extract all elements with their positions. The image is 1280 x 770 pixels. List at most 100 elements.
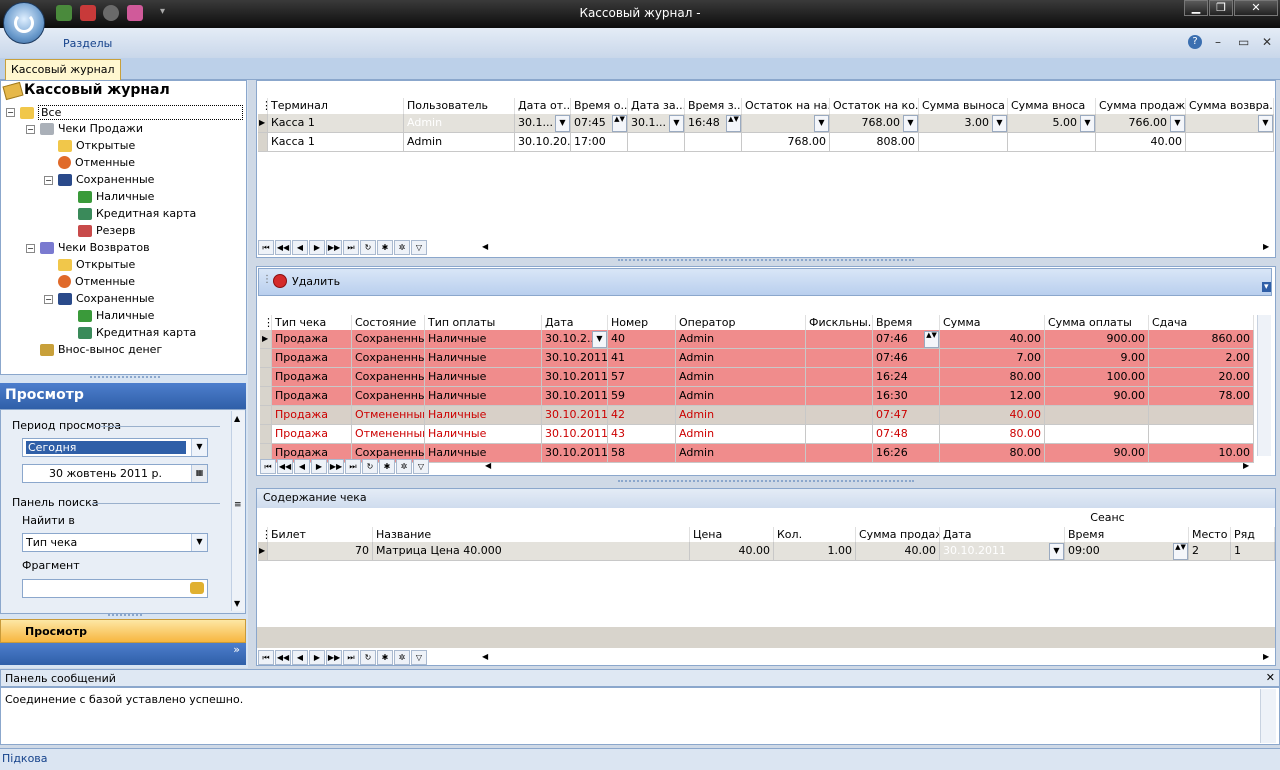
- table-cell[interactable]: 12.00: [940, 387, 1045, 406]
- table-cell[interactable]: 41: [608, 349, 676, 368]
- last-icon[interactable]: ⏭: [343, 240, 359, 255]
- table-cell[interactable]: 7.00: [940, 349, 1045, 368]
- column-header[interactable]: Номер: [608, 315, 676, 331]
- nav-bar[interactable]: »: [0, 643, 246, 665]
- tree-node[interactable]: Открытые: [58, 258, 135, 271]
- tree-node[interactable]: Отменные: [58, 275, 135, 288]
- table-cell[interactable]: 80.00: [940, 368, 1045, 387]
- table-cell[interactable]: 17:00: [571, 133, 628, 152]
- table-cell[interactable]: Сохраненный: [352, 368, 425, 387]
- chevron-down-icon[interactable]: ▼: [1170, 115, 1185, 132]
- table-cell[interactable]: 16:26: [873, 444, 940, 463]
- view-button[interactable]: Просмотр: [0, 619, 246, 643]
- chevron-down-icon[interactable]: ▼: [555, 115, 570, 132]
- table-cell[interactable]: 43: [608, 425, 676, 444]
- column-header[interactable]: Сумма: [940, 315, 1045, 331]
- chevron-down-icon[interactable]: ▼: [1080, 115, 1095, 132]
- table-cell[interactable]: [806, 425, 873, 444]
- table-cell[interactable]: 07:46: [873, 349, 940, 368]
- scroll-left-icon[interactable]: ◀: [482, 242, 488, 251]
- close-button[interactable]: ✕: [1234, 0, 1278, 16]
- table-cell[interactable]: 90.00: [1045, 387, 1149, 406]
- column-header[interactable]: Время о...: [571, 98, 628, 114]
- table-cell[interactable]: Admin: [404, 133, 515, 152]
- splitter[interactable]: [90, 376, 160, 380]
- table-cell[interactable]: Admin: [676, 444, 806, 463]
- table-cell[interactable]: [806, 368, 873, 387]
- splitter[interactable]: [108, 614, 142, 618]
- row-indicator[interactable]: [260, 349, 272, 368]
- table-cell[interactable]: 40.00: [940, 406, 1045, 425]
- table-cell[interactable]: 30.10.2011: [542, 368, 608, 387]
- tree-node[interactable]: Внос-вынос денег: [40, 343, 162, 356]
- spin-icon[interactable]: ▲▼: [1173, 543, 1188, 560]
- column-header[interactable]: Тип чека: [272, 315, 352, 331]
- scroll-grip-icon[interactable]: ≡: [234, 500, 242, 510]
- column-header[interactable]: Тип оплаты: [425, 315, 542, 331]
- table-cell[interactable]: 09:00: [1065, 542, 1189, 561]
- table-cell[interactable]: 30.10.2011: [542, 349, 608, 368]
- tree-node[interactable]: Чеки Продажи: [40, 122, 143, 135]
- column-header[interactable]: Терминал: [268, 98, 404, 114]
- tree-node[interactable]: Все: [20, 105, 243, 120]
- table-cell[interactable]: [1045, 425, 1149, 444]
- table-cell[interactable]: Продажа: [272, 406, 352, 425]
- table-cell[interactable]: 42: [608, 406, 676, 425]
- table-cell[interactable]: 80.00: [940, 425, 1045, 444]
- table-cell[interactable]: 30.10.2011: [940, 542, 1065, 561]
- table-cell[interactable]: 2: [1189, 542, 1231, 561]
- table-cell[interactable]: 10.00: [1149, 444, 1254, 463]
- next-page-icon[interactable]: ▶▶: [326, 240, 342, 255]
- mdi-close-icon[interactable]: ✕: [1262, 35, 1272, 49]
- column-header[interactable]: Место: [1189, 527, 1231, 543]
- chevron-down-icon[interactable]: ▼: [1258, 115, 1273, 132]
- chevron-down-icon[interactable]: ▼: [814, 115, 829, 132]
- table-cell[interactable]: [806, 387, 873, 406]
- tree-node[interactable]: Наличные: [78, 190, 154, 203]
- scrollbar[interactable]: [1257, 315, 1271, 456]
- delete-icon[interactable]: [273, 274, 287, 288]
- table-cell[interactable]: 768.00: [742, 133, 830, 152]
- table-cell[interactable]: Продажа: [272, 349, 352, 368]
- row-indicator[interactable]: ▶: [258, 114, 268, 133]
- scroll-left-icon[interactable]: ◀: [485, 461, 491, 470]
- table-cell[interactable]: Наличные: [425, 368, 542, 387]
- table-cell[interactable]: Admin: [676, 425, 806, 444]
- prev-page-icon[interactable]: ◀◀: [275, 650, 291, 665]
- table-cell[interactable]: Касса 1: [268, 133, 404, 152]
- chevron-down-icon[interactable]: ▼: [1049, 543, 1064, 560]
- table-cell[interactable]: Admin: [676, 406, 806, 425]
- date-field[interactable]: 30 жовтень 2011 р. ▦: [22, 464, 208, 483]
- restore-button[interactable]: ❐: [1209, 0, 1233, 16]
- spin-icon[interactable]: ▲▼: [924, 331, 939, 348]
- table-cell[interactable]: Наличные: [425, 444, 542, 463]
- table-cell[interactable]: 90.00: [1045, 444, 1149, 463]
- table-cell[interactable]: 40.00: [856, 542, 940, 561]
- column-header[interactable]: Остаток на ко...: [830, 98, 919, 114]
- tree-node[interactable]: Резерв: [78, 224, 135, 237]
- last-icon[interactable]: ⏭: [343, 650, 359, 665]
- expand-icon[interactable]: −: [26, 125, 35, 134]
- first-icon[interactable]: ⏮: [258, 650, 274, 665]
- table-cell[interactable]: Наличные: [425, 425, 542, 444]
- tree-node[interactable]: Чеки Возвратов: [40, 241, 150, 254]
- table-cell[interactable]: 1.00: [774, 542, 856, 561]
- table-cell[interactable]: Отмененный: [352, 406, 425, 425]
- edit-icon[interactable]: ✲: [394, 240, 410, 255]
- column-header[interactable]: Время: [873, 315, 940, 331]
- table-cell[interactable]: 2.00: [1149, 349, 1254, 368]
- next-icon[interactable]: ▶: [309, 240, 325, 255]
- table-cell[interactable]: [1149, 425, 1254, 444]
- prev-icon[interactable]: ◀: [294, 459, 310, 474]
- edit-icon[interactable]: ✲: [394, 650, 410, 665]
- prev-page-icon[interactable]: ◀◀: [277, 459, 293, 474]
- table-cell[interactable]: 30.10.2011: [542, 387, 608, 406]
- column-chooser-icon[interactable]: ⋮: [260, 315, 272, 331]
- scroll-left-icon[interactable]: ◀: [482, 652, 488, 661]
- edit-icon[interactable]: ✲: [396, 459, 412, 474]
- table-cell[interactable]: Продажа: [272, 368, 352, 387]
- row-indicator[interactable]: [258, 133, 268, 152]
- filter-icon[interactable]: ▽: [413, 459, 429, 474]
- table-cell[interactable]: 808.00: [830, 133, 919, 152]
- row-indicator[interactable]: [260, 406, 272, 425]
